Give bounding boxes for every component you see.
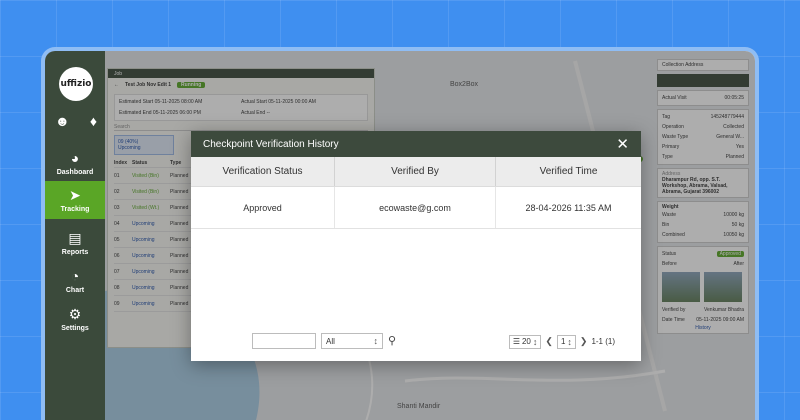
status-filter-select[interactable]: All ↕ — [321, 333, 383, 349]
modal-footer: All ↕ ⚲ ☰ 20 ↕ ❮ 1 ↕ ❯ 1-1 (1) — [191, 333, 641, 349]
sidebar-item-tracking[interactable]: ➤ Tracking — [45, 181, 105, 219]
cell-verification-status: Approved — [191, 187, 335, 228]
select-arrows-icon: ↕ — [567, 336, 572, 347]
filter-search-input[interactable] — [252, 333, 316, 349]
user-icon[interactable]: ☻ — [55, 113, 70, 129]
table-header: Verification Status Verified By Verified… — [191, 157, 641, 187]
app-window: uffizio ☻ ♦ ◕ Dashboard ➤ Tracking ▤ Rep… — [41, 47, 759, 420]
sidebar-item-settings[interactable]: ⚙ Settings — [45, 303, 105, 335]
bell-icon[interactable]: ♦ — [90, 113, 97, 129]
sidebar: uffizio ☻ ♦ ◕ Dashboard ➤ Tracking ▤ Rep… — [45, 51, 105, 420]
cell-verified-time: 28-04-2026 11:35 AM — [525, 202, 612, 213]
list-icon: ☰ — [512, 337, 520, 346]
select-arrows-icon: ↕ — [373, 336, 379, 346]
gear-icon: ⚙ — [68, 306, 82, 322]
cell-verified-by: ecowaste@g.com — [335, 187, 496, 228]
speedometer-icon: ◕ — [70, 150, 80, 166]
next-page-icon[interactable]: ❯ — [580, 336, 588, 347]
pagination: ☰ 20 ↕ ❮ 1 ↕ ❯ 1-1 (1) — [508, 334, 615, 349]
report-icon: ▤ — [68, 230, 82, 246]
sidebar-item-reports[interactable]: ▤ Reports — [45, 227, 105, 259]
column-verified-by: Verified By — [335, 157, 496, 186]
close-icon[interactable]: ✕ — [616, 137, 629, 152]
verification-history-modal: Checkpoint Verification History ✕ Verifi… — [191, 131, 641, 361]
sidebar-item-dashboard[interactable]: ◕ Dashboard — [45, 147, 105, 179]
page-size-select[interactable]: ☰ 20 ↕ — [508, 334, 542, 349]
prev-page-icon[interactable]: ❮ — [545, 336, 553, 347]
column-verification-status: Verification Status — [191, 157, 335, 186]
page-range: 1-1 (1) — [591, 337, 615, 346]
table-row[interactable]: Approved ecowaste@g.com 28-04-2026 11:35… — [191, 187, 641, 229]
tracking-icon: ➤ — [69, 187, 81, 203]
sidebar-item-chart[interactable]: ◔ Chart — [45, 265, 105, 297]
app-logo: uffizio — [59, 67, 93, 101]
modal-title: Checkpoint Verification History — [203, 138, 339, 150]
pie-chart-icon: ◔ — [70, 268, 80, 284]
select-arrows-icon: ↕ — [532, 336, 538, 347]
page-select[interactable]: 1 ↕ — [556, 334, 576, 349]
modal-header: Checkpoint Verification History ✕ — [191, 131, 641, 157]
search-icon[interactable]: ⚲ — [388, 334, 396, 347]
column-verified-time: Verified Time — [539, 166, 598, 177]
